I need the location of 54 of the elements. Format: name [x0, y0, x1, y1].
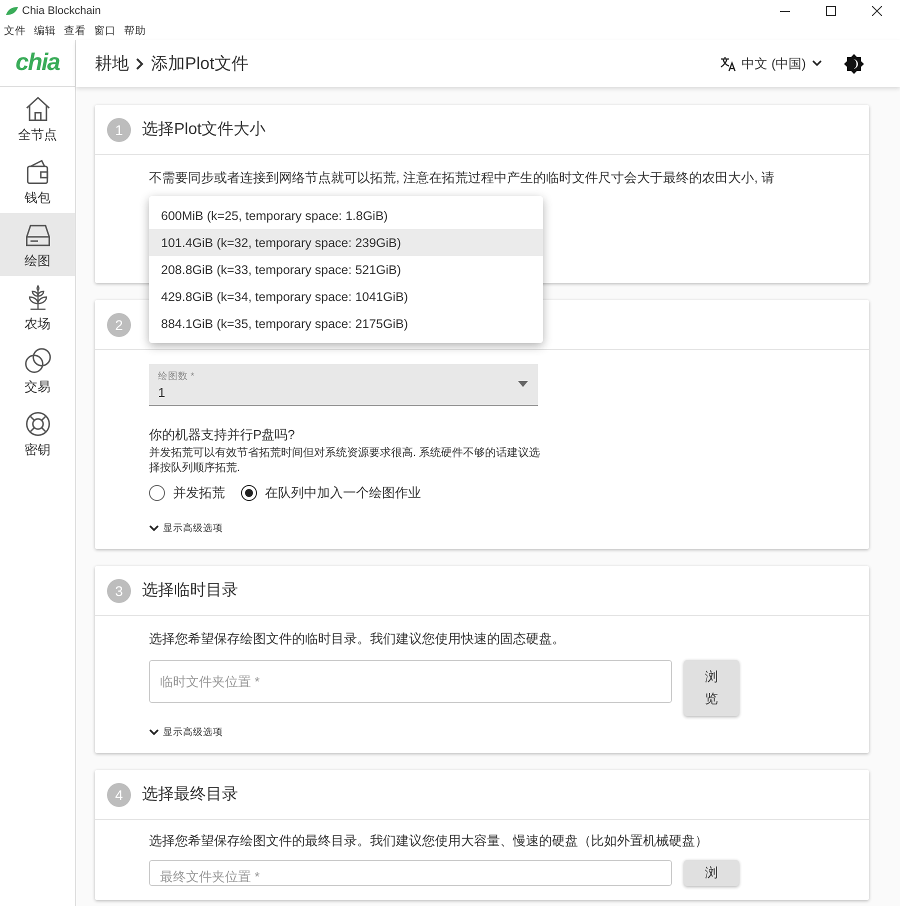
step-number: 1: [107, 118, 131, 142]
menu-option[interactable]: 208.8GiB (k=33, temporary space: 521GiB): [149, 256, 543, 283]
step-title: 选择最终目录: [142, 784, 238, 805]
menu-item[interactable]: 帮助: [124, 24, 146, 38]
rings-icon: [22, 346, 52, 376]
sidebar-item[interactable]: 全节点: [0, 87, 75, 150]
radio-option[interactable]: 并发拓荒: [149, 484, 225, 502]
step-number: 2: [107, 312, 131, 336]
close-icon[interactable]: [872, 6, 882, 16]
chevron-down-icon: [812, 60, 822, 67]
radio-option[interactable]: 在队列中加入一个绘图作业: [241, 484, 421, 502]
sidebar-item[interactable]: 交易: [0, 339, 75, 402]
step-number: 4: [107, 782, 131, 806]
chevron-down-icon: [149, 525, 159, 532]
advanced-options-toggle[interactable]: 显示高级选项: [149, 522, 223, 535]
menu-item[interactable]: 窗口: [94, 24, 116, 38]
step-title: 选择Plot文件大小: [142, 120, 266, 140]
plot-count-select[interactable]: 绘图数 * 1: [149, 364, 538, 406]
browse-button[interactable]: 浏: [684, 860, 739, 886]
menu-option[interactable]: 101.4GiB (k=32, temporary space: 239GiB): [149, 229, 543, 256]
translate-icon: [720, 56, 736, 72]
menu-item[interactable]: 查看: [64, 24, 86, 38]
menu-option[interactable]: 884.1GiB (k=35, temporary space: 2175GiB): [149, 310, 543, 337]
step-description: 选择您希望保存绘图文件的临时目录。我们建议您使用快速的固态硬盘。: [149, 630, 566, 648]
step-description: 不需要同步或者连接到网络节点就可以拓荒, 注意在拓荒过程中产生的临时文件尺寸会大于最终的农田大小, 请: [149, 169, 776, 187]
minimize-icon[interactable]: [780, 10, 790, 12]
advanced-options-toggle[interactable]: 显示高级选项: [149, 726, 223, 739]
window-title: Chia Blockchain: [22, 5, 102, 17]
page-title: 添加Plot文件: [151, 53, 248, 75]
folder-input-field[interactable]: 临时文件夹位置 *: [149, 660, 672, 703]
menu-item[interactable]: 编辑: [34, 24, 56, 38]
sidebar-item[interactable]: 密钥: [0, 402, 75, 465]
chia-logo: chia: [15, 49, 60, 77]
language-selector[interactable]: 中文 (中国): [716, 50, 826, 76]
question-text: 你的机器支持并行P盘吗?: [149, 426, 296, 444]
hint-text: 并发拓荒可以有效节省拓荒时间但对系统资源要求很高. 系统硬件不够的话建议选择按队列顺序拓荒.: [149, 446, 542, 476]
menu-option[interactable]: 600MiB (k=25, temporary space: 1.8GiB): [149, 202, 543, 229]
dropdown-arrow-icon: [518, 381, 528, 387]
menu-item[interactable]: 文件: [4, 24, 26, 38]
sidebar-item[interactable]: 钱包: [0, 150, 75, 213]
leaf-icon: [6, 7, 18, 15]
chevron-right-icon: [135, 58, 145, 70]
theme-toggle-icon[interactable]: [844, 54, 864, 74]
step-title: 选择临时目录: [142, 580, 238, 601]
menu-option[interactable]: 429.8GiB (k=34, temporary space: 1041GiB): [149, 283, 543, 310]
breadcrumb-link[interactable]: 耕地: [95, 52, 129, 75]
chevron-down-icon: [149, 729, 159, 736]
sidebar-item[interactable]: 绘图: [0, 213, 75, 276]
maximize-icon[interactable]: [826, 6, 836, 16]
browse-button[interactable]: 浏览: [684, 660, 739, 716]
sidebar-item[interactable]: 农场: [0, 276, 75, 339]
step-description: 选择您希望保存绘图文件的最终目录。我们建议您使用大容量、慢速的硬盘（比如外置机械硬盘）: [149, 832, 709, 850]
folder-input-field[interactable]: 最终文件夹位置 *: [149, 860, 672, 886]
step-number: 3: [107, 578, 131, 602]
